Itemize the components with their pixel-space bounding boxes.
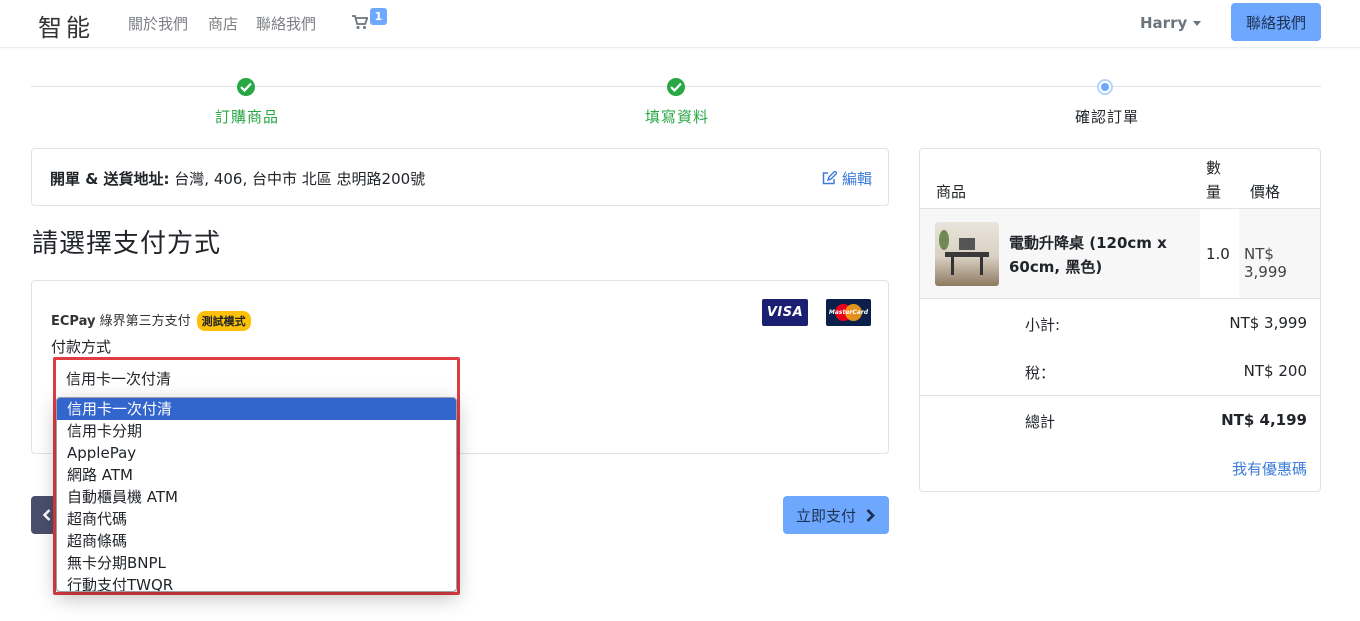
col-header-price: 價格 — [1250, 183, 1281, 201]
table-row: 電動升降桌 (120cm x 60cm, 黑色) 1.0 NT$ 3,999 — [920, 208, 1320, 299]
address-value: 台灣, 406, 台中市 北區 忠明路200號 — [169, 170, 426, 188]
payment-option[interactable]: 行動支付TWQR — [57, 574, 456, 591]
contact-us-button[interactable]: 聯絡我們 — [1231, 3, 1321, 41]
tax-label: 稅： — [1025, 364, 1056, 382]
provider-name: ECPay — [51, 314, 96, 329]
subtotal-value: NT$ 3,999 — [1229, 314, 1307, 332]
payment-option[interactable]: 超商條碼 — [57, 530, 456, 552]
cart-icon[interactable] — [352, 15, 369, 31]
user-name: Harry — [1140, 14, 1188, 32]
chevron-down-icon — [1193, 21, 1202, 26]
check-icon — [237, 78, 255, 96]
product-price: NT$ 3,999 — [1244, 245, 1287, 281]
payment-method-select[interactable]: 信用卡一次付清 信用卡一次付清 信用卡分期 ApplePay 網路 ATM 自動… — [53, 357, 460, 595]
subtotal-label: 小計: — [1025, 316, 1061, 334]
mastercard-logo-text: MasterCard — [828, 309, 869, 316]
coupon-link[interactable]: 我有優惠碼 — [1232, 458, 1307, 479]
step-label-order: 訂購商品 — [215, 108, 280, 126]
tax-value: NT$ 200 — [1243, 362, 1307, 380]
pay-now-button[interactable]: 立即支付 — [783, 496, 889, 534]
payment-option[interactable]: 信用卡一次付清 — [57, 398, 456, 420]
payment-method-dropdown: 信用卡一次付清 信用卡分期 ApplePay 網路 ATM 自動櫃員機 ATM … — [56, 397, 457, 592]
payment-option[interactable]: 自動櫃員機 ATM — [57, 486, 456, 508]
product-image — [935, 222, 999, 286]
edit-label: 編輯 — [841, 170, 872, 188]
pay-now-label: 立即支付 — [796, 506, 857, 525]
mastercard-logo: MasterCard — [826, 299, 871, 326]
payment-provider: ECPay 綠界第三方支付 測試模式 — [51, 310, 251, 331]
nav-link-about[interactable]: 關於我們 — [128, 13, 188, 34]
visa-logo: VISA — [762, 299, 808, 326]
brand-logo[interactable]: 智能 — [38, 8, 94, 43]
payment-method-current-value[interactable]: 信用卡一次付清 — [56, 360, 457, 398]
edit-address-link[interactable]: 編輯 — [822, 168, 872, 189]
payment-option[interactable]: 無卡分期BNPL — [57, 552, 456, 574]
check-icon — [667, 78, 685, 96]
col-header-qty-1: 數 — [1206, 159, 1222, 177]
payment-option[interactable]: ApplePay — [57, 442, 456, 464]
product-name: 電動升降桌 (120cm x 60cm, 黑色) — [1009, 234, 1167, 276]
cart-count-badge: 1 — [370, 8, 387, 25]
payment-option[interactable]: 超商代碼 — [57, 508, 456, 530]
navbar: 智能 關於我們 商店 聯絡我們 1 Harry 聯絡我們 — [0, 0, 1360, 48]
order-summary-card: 商品 數 量 價格 電動升降桌 (120cm x 60cm, 黑色) 1.0 N… — [919, 148, 1321, 492]
payment-method-label: 付款方式 — [51, 338, 112, 356]
total-label: 總計 — [1025, 413, 1056, 431]
col-header-product: 商品 — [936, 183, 967, 201]
nav-link-contact[interactable]: 聯絡我們 — [256, 13, 316, 34]
payment-option[interactable]: 網路 ATM — [57, 464, 456, 486]
current-step-indicator-icon — [1097, 79, 1113, 95]
step-label-confirm: 確認訂單 — [1075, 108, 1140, 126]
user-menu[interactable]: Harry — [1140, 14, 1202, 32]
address-label: 開單 & 送貨地址: — [50, 170, 170, 188]
col-header-qty-2: 量 — [1206, 183, 1222, 201]
edit-icon — [822, 170, 839, 185]
address-card: 開單 & 送貨地址: 台灣, 406, 台中市 北區 忠明路200號 編輯 — [31, 148, 889, 206]
product-qty: 1.0 — [1206, 245, 1230, 263]
provider-desc: 綠界第三方支付 — [95, 314, 191, 329]
nav-link-shop[interactable]: 商店 — [208, 13, 238, 34]
step-label-info: 填寫資料 — [645, 108, 710, 126]
test-mode-badge: 測試模式 — [196, 311, 251, 331]
total-value: NT$ 4,199 — [1221, 411, 1307, 429]
address-text: 開單 & 送貨地址: 台灣, 406, 台中市 北區 忠明路200號 — [50, 168, 425, 189]
payment-option[interactable]: 信用卡分期 — [57, 420, 456, 442]
chevron-left-icon — [43, 509, 51, 521]
chevron-right-icon — [866, 509, 875, 522]
payment-heading: 請選擇支付方式 — [32, 229, 222, 259]
